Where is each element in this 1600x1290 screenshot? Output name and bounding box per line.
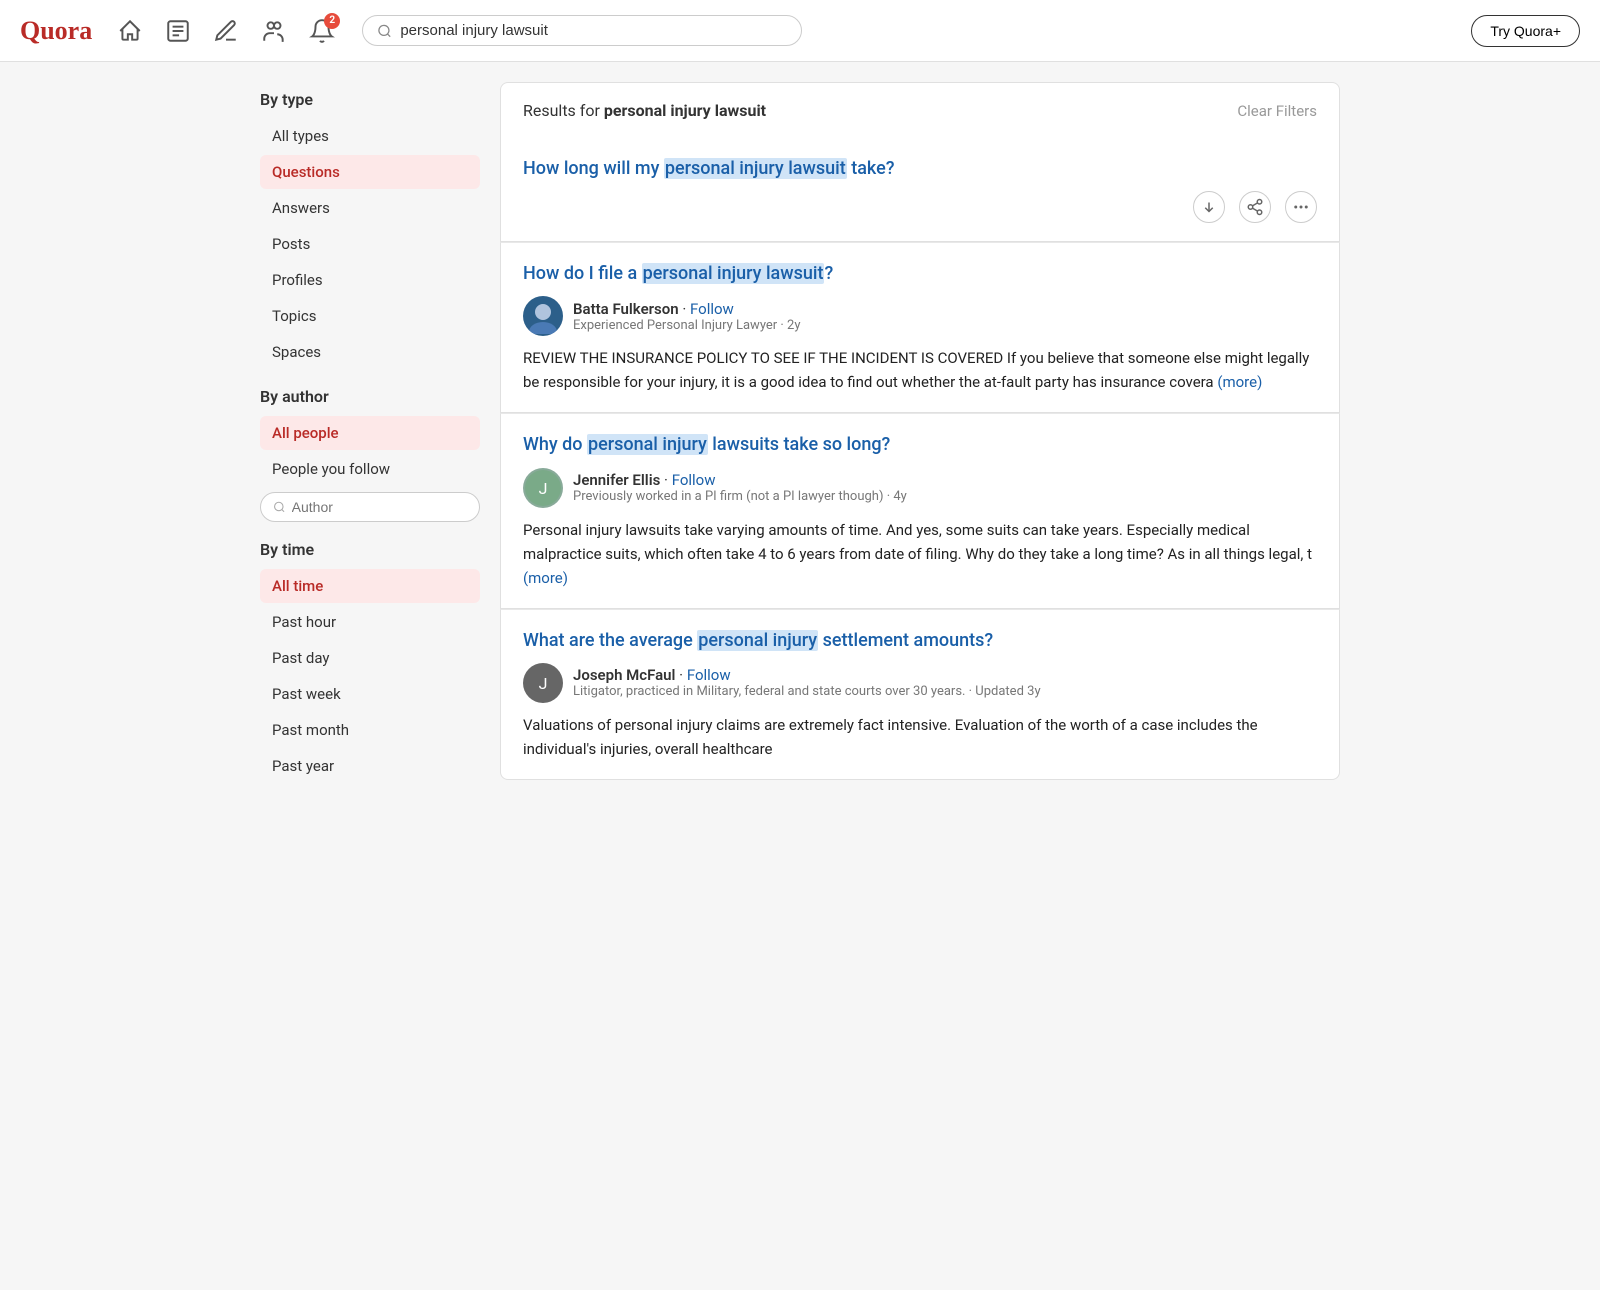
answer-text: REVIEW THE INSURANCE POLICY TO SEE IF TH… (523, 346, 1317, 394)
read-more-link[interactable]: (more) (1217, 373, 1262, 391)
sidebar-item-past-hour[interactable]: Past hour (260, 605, 480, 639)
follow-button[interactable]: Follow (690, 300, 734, 318)
search-icon (377, 23, 392, 39)
clear-filters-button[interactable]: Clear Filters (1237, 102, 1317, 120)
notification-icon[interactable]: 2 (308, 17, 336, 45)
author-info: Jennifer Ellis · FollowPreviously worked… (573, 471, 907, 504)
sidebar-item-past-day[interactable]: Past day (260, 641, 480, 675)
question-link-q1[interactable]: How long will my personal injury lawsuit… (523, 156, 1317, 181)
sidebar-item-all-types[interactable]: All types (260, 119, 480, 153)
share-icon[interactable] (1239, 191, 1271, 223)
try-plus-button[interactable]: Try Quora+ (1471, 15, 1580, 47)
read-more-link[interactable]: (more) (523, 569, 568, 587)
author-search-box[interactable] (260, 492, 480, 522)
author-name-line: Joseph McFaul · Follow (573, 666, 1041, 684)
sidebar-item-answers[interactable]: Answers (260, 191, 480, 225)
question-actions (523, 191, 1317, 223)
sidebar-item-all-people[interactable]: All people (260, 416, 480, 450)
results-title: Results for personal injury lawsuit (523, 101, 766, 120)
home-icon[interactable] (116, 17, 144, 45)
question-card: How long will my personal injury lawsuit… (500, 138, 1340, 242)
write-icon[interactable] (212, 17, 240, 45)
sidebar: By type All typesQuestionsAnswersPostsPr… (260, 82, 480, 785)
logo[interactable]: Quora (20, 16, 92, 46)
author-title: Litigator, practiced in Military, federa… (573, 684, 1041, 699)
results-header: Results for personal injury lawsuit Clea… (500, 82, 1340, 138)
author-title: Previously worked in a PI firm (not a PI… (573, 489, 907, 504)
sidebar-item-questions[interactable]: Questions (260, 155, 480, 189)
time-filter-group: All timePast hourPast dayPast weekPast m… (260, 569, 480, 783)
type-filter-group: All typesQuestionsAnswersPostsProfilesTo… (260, 119, 480, 369)
answer-text: Valuations of personal injury claims are… (523, 713, 1317, 761)
svg-text:J: J (539, 479, 548, 498)
svg-text:J: J (539, 674, 548, 693)
author-title: Experienced Personal Injury Lawyer · 2y (573, 318, 801, 333)
sidebar-item-people-you-follow[interactable]: People you follow (260, 452, 480, 486)
question-card: Why do personal injury lawsuits take so … (500, 413, 1340, 608)
author-filter-group: All peoplePeople you follow (260, 416, 480, 486)
by-author-label: By author (260, 387, 480, 406)
author-search-icon (273, 500, 286, 514)
answer-author: J Jennifer Ellis · FollowPreviously worke… (523, 468, 1317, 508)
author-name-line: Jennifer Ellis · Follow (573, 471, 907, 489)
sidebar-item-past-month[interactable]: Past month (260, 713, 480, 747)
results-prefix: Results for (523, 101, 604, 120)
follow-button[interactable]: Follow (687, 666, 731, 684)
answer-feed-icon[interactable] (164, 17, 192, 45)
avatar: J (523, 663, 563, 703)
more-icon[interactable] (1285, 191, 1317, 223)
nav-icons: 2 (116, 17, 336, 45)
question-link-q2[interactable]: How do I file a personal injury lawsuit? (523, 261, 1317, 286)
search-results: Results for personal injury lawsuit Clea… (500, 82, 1340, 785)
notification-badge: 2 (324, 13, 340, 29)
sidebar-item-past-week[interactable]: Past week (260, 677, 480, 711)
by-time-label: By time (260, 540, 480, 559)
question-link-q3[interactable]: Why do personal injury lawsuits take so … (523, 432, 1317, 457)
downvote-icon[interactable] (1193, 191, 1225, 223)
author-info: Joseph McFaul · FollowLitigator, practic… (573, 666, 1041, 699)
question-card: How do I file a personal injury lawsuit?… (500, 242, 1340, 413)
answer-text: Personal injury lawsuits take varying am… (523, 518, 1317, 590)
question-cards-container: How long will my personal injury lawsuit… (500, 138, 1340, 780)
people-icon[interactable] (260, 17, 288, 45)
app-header: Quora (0, 0, 1600, 62)
avatar: J (523, 468, 563, 508)
question-card: What are the average personal injury set… (500, 609, 1340, 780)
sidebar-item-topics[interactable]: Topics (260, 299, 480, 333)
author-name[interactable]: Jennifer Ellis (573, 471, 660, 489)
author-name[interactable]: Joseph McFaul (573, 666, 675, 684)
sidebar-item-spaces[interactable]: Spaces (260, 335, 480, 369)
follow-button[interactable]: Follow (672, 471, 716, 489)
sidebar-item-past-year[interactable]: Past year (260, 749, 480, 783)
sidebar-item-profiles[interactable]: Profiles (260, 263, 480, 297)
author-name-line: Batta Fulkerson · Follow (573, 300, 801, 318)
answer-author: J Joseph McFaul · FollowLitigator, practi… (523, 663, 1317, 703)
results-query: personal injury lawsuit (604, 101, 766, 120)
author-search-input[interactable] (292, 499, 467, 515)
by-type-label: By type (260, 90, 480, 109)
sidebar-item-posts[interactable]: Posts (260, 227, 480, 261)
question-link-q4[interactable]: What are the average personal injury set… (523, 628, 1317, 653)
author-name[interactable]: Batta Fulkerson (573, 300, 679, 318)
search-bar[interactable] (362, 15, 802, 46)
author-info: Batta Fulkerson · FollowExperienced Pers… (573, 300, 801, 333)
answer-author: Batta Fulkerson · FollowExperienced Pers… (523, 296, 1317, 336)
avatar (523, 296, 563, 336)
sidebar-item-all-time[interactable]: All time (260, 569, 480, 603)
search-input[interactable] (400, 22, 787, 39)
main-layout: By type All typesQuestionsAnswersPostsPr… (250, 62, 1350, 805)
